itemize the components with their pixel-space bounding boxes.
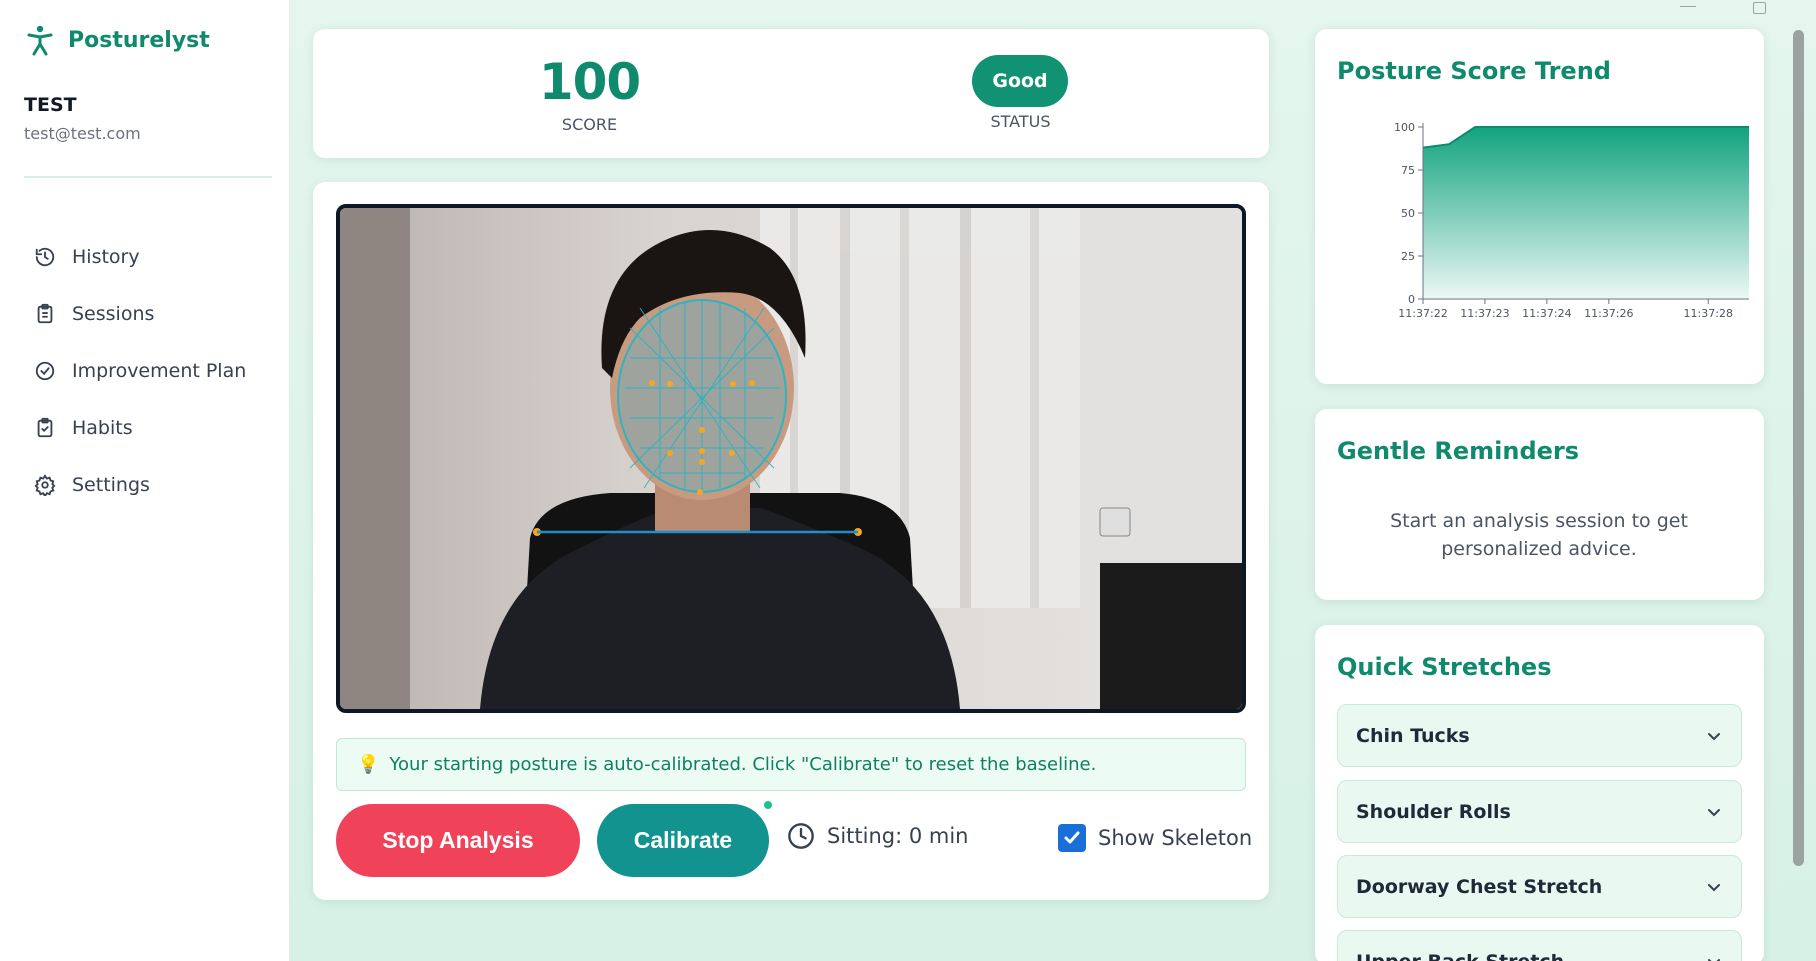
check-circle-icon: [35, 361, 55, 380]
trend-title: Posture Score Trend: [1337, 57, 1611, 85]
chevron-down-icon: [1708, 958, 1720, 961]
y-tick-label: 0: [1408, 293, 1415, 306]
posture-trend-card: Posture Score Trend 0 25 50 75 100 11:37:22 11…: [1315, 29, 1764, 384]
sidebar-item-label: Settings: [72, 473, 150, 496]
app-window: Posturelyst TEST test@test.com History S…: [0, 0, 1816, 961]
sidebar-item-label: Sessions: [72, 302, 155, 325]
minimize-icon[interactable]: [1680, 6, 1696, 7]
gear-icon: [34, 473, 56, 496]
sidebar-item-habits[interactable]: Habits: [34, 399, 246, 456]
calibration-tip-text: Your starting posture is auto-calibrated…: [389, 754, 1097, 775]
sidebar-item-improvement-plan[interactable]: Improvement Plan: [34, 342, 246, 399]
x-tick-label: 11:37:28: [1684, 307, 1733, 320]
app-name: Posturelyst: [68, 27, 210, 53]
y-tick-label: 75: [1401, 164, 1415, 177]
posture-trend-chart: 0 25 50 75 100 11:37:22 11:37:23 11:37:24 11:37:…: [1394, 121, 1749, 320]
camera-card: 💡 Your starting posture is auto-calibrat…: [313, 182, 1269, 900]
y-tick-label: 50: [1401, 207, 1415, 220]
calibrate-indicator-dot: [762, 799, 774, 811]
clipboard-icon: [37, 303, 53, 323]
stretch-item-shoulder-rolls[interactable]: Shoulder Rolls: [1337, 780, 1742, 843]
show-skeleton-checkbox[interactable]: [1058, 824, 1086, 852]
sidebar-item-history[interactable]: History: [34, 228, 246, 285]
sidebar-item-sessions[interactable]: Sessions: [34, 285, 246, 342]
stretches-title: Quick Stretches: [1337, 653, 1552, 681]
lightbulb-icon: 💡: [357, 754, 380, 775]
stretch-item-upper-back-stretch[interactable]: Upper Back Stretch: [1337, 930, 1742, 961]
y-tick-label: 25: [1401, 250, 1415, 263]
reminders-title: Gentle Reminders: [1337, 437, 1580, 465]
stretch-item-label: Doorway Chest Stretch: [1356, 875, 1603, 898]
webcam-image: [340, 208, 1242, 709]
webcam-feed: [336, 204, 1246, 713]
trend-area: [1423, 127, 1749, 299]
brand[interactable]: Posturelyst: [26, 24, 210, 56]
quick-stretches-card: Quick Stretches Chin Tucks Shoulder Roll…: [1315, 625, 1764, 961]
status-label: STATUS: [990, 112, 1051, 131]
score-card: 100 SCORE Good STATUS: [313, 29, 1269, 158]
stretch-item-label: Chin Tucks: [1356, 724, 1470, 747]
maximize-icon[interactable]: [1753, 2, 1766, 14]
sidebar-nav: History Sessions Improvement Plan Habits…: [34, 228, 246, 513]
stretch-item-chin-tucks[interactable]: Chin Tucks: [1337, 704, 1742, 767]
sidebar-item-label: History: [72, 245, 140, 268]
chevron-down-icon: [1708, 808, 1720, 816]
user-info: TEST test@test.com: [24, 94, 141, 143]
user-email: test@test.com: [24, 124, 141, 143]
scrollbar-thumb[interactable]: [1793, 30, 1804, 866]
user-name: TEST: [24, 94, 77, 116]
calibrate-button[interactable]: Calibrate: [597, 804, 769, 877]
x-tick-label: 11:37:26: [1584, 307, 1633, 320]
calibration-tip: 💡 Your starting posture is auto-calibrat…: [336, 738, 1246, 791]
clock-icon: [788, 823, 814, 849]
stretch-item-label: Upper Back Stretch: [1356, 951, 1564, 961]
show-skeleton-toggle[interactable]: Show Skeleton: [1058, 824, 1252, 852]
y-tick-label: 100: [1394, 121, 1415, 134]
status-badge: Good: [972, 55, 1068, 107]
sitting-timer-text: Sitting: 0 min: [827, 824, 969, 848]
sidebar-item-label: Habits: [72, 416, 133, 439]
stretch-item-label: Shoulder Rolls: [1356, 800, 1511, 823]
sidebar: Posturelyst TEST test@test.com History S…: [0, 0, 290, 961]
checkmark-icon: [1064, 831, 1080, 844]
sidebar-item-label: Improvement Plan: [72, 359, 247, 382]
x-tick-label: 11:37:22: [1398, 307, 1447, 320]
chevron-down-icon: [1708, 883, 1720, 891]
person-logo-icon: [27, 25, 53, 56]
score-value: 100: [538, 53, 641, 111]
sidebar-item-settings[interactable]: Settings: [34, 456, 246, 513]
x-tick-label: 11:37:23: [1460, 307, 1509, 320]
sitting-timer: Sitting: 0 min: [787, 822, 969, 850]
show-skeleton-label: Show Skeleton: [1098, 826, 1253, 850]
x-tick-label: 11:37:24: [1522, 307, 1571, 320]
gentle-reminders-card: Gentle Reminders Start an analysis sessi…: [1315, 409, 1764, 600]
history-icon: [35, 247, 55, 266]
sidebar-divider: [24, 176, 272, 178]
stretch-item-doorway-chest-stretch[interactable]: Doorway Chest Stretch: [1337, 855, 1742, 918]
reminders-text: Start an analysis session to get persona…: [1390, 510, 1688, 560]
stop-analysis-button[interactable]: Stop Analysis: [336, 804, 580, 877]
score-label: SCORE: [561, 115, 618, 134]
clipboard-check-icon: [37, 417, 53, 437]
chevron-down-icon: [1708, 732, 1720, 740]
